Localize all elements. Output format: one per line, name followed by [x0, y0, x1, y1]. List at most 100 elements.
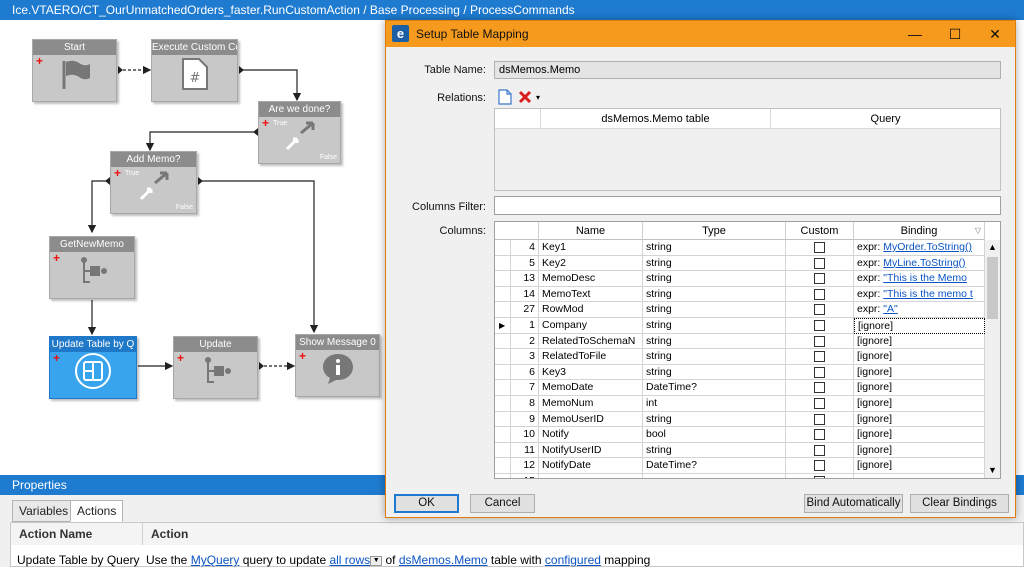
- dialog-title-bar[interactable]: e Setup Table Mapping — ☐ ✕: [386, 21, 1015, 47]
- column-header-action[interactable]: Action: [143, 523, 1023, 545]
- custom-cell[interactable]: [786, 302, 854, 318]
- column-header-binding[interactable]: Binding ▽: [854, 222, 985, 240]
- column-type-cell[interactable]: string: [643, 442, 786, 459]
- relations-grid[interactable]: dsMemos.Memo table Query: [494, 108, 1001, 191]
- column-index-cell[interactable]: 3: [511, 349, 539, 365]
- action-description-cell[interactable]: Use the MyQuery query to update all rows…: [146, 551, 650, 569]
- column-mapping-row[interactable]: 8 MemoNum int [ignore]: [495, 396, 985, 412]
- custom-checkbox[interactable]: [814, 320, 825, 331]
- column-type-cell[interactable]: DateTime?: [643, 458, 786, 474]
- custom-cell[interactable]: [786, 349, 854, 365]
- column-header-type[interactable]: Type: [643, 222, 786, 240]
- add-icon[interactable]: +: [36, 55, 43, 67]
- column-name-cell[interactable]: NotifyUserID: [539, 442, 643, 459]
- column-index-cell[interactable]: 13: [511, 271, 539, 287]
- node-execute-custom-code[interactable]: Execute Custom Co #: [151, 39, 238, 102]
- column-name-cell[interactable]: MemoDesc: [539, 271, 643, 287]
- binding-expression-link[interactable]: "This is the Memo: [883, 272, 967, 284]
- binding-expression-link[interactable]: MyLine.ToString(): [883, 257, 965, 269]
- column-index-cell[interactable]: 5: [511, 255, 539, 272]
- column-type-cell[interactable]: string: [643, 302, 786, 318]
- mapping-link[interactable]: configured: [545, 553, 601, 567]
- row-selector[interactable]: [495, 286, 511, 303]
- column-index-cell[interactable]: 15: [511, 474, 539, 478]
- add-icon[interactable]: +: [262, 117, 269, 129]
- tab-variables[interactable]: Variables: [12, 500, 76, 522]
- dropdown-arrow-icon[interactable]: ▾: [536, 93, 540, 102]
- column-index-cell[interactable]: 1: [511, 318, 539, 334]
- column-type-cell[interactable]: string: [643, 240, 786, 256]
- node-show-message[interactable]: Show Message 0 +: [295, 334, 380, 397]
- column-mapping-row[interactable]: ▶ 1 Company string [ignore]: [495, 318, 985, 334]
- maximize-icon[interactable]: ☐: [935, 21, 975, 47]
- table-link[interactable]: dsMemos.Memo: [399, 553, 488, 567]
- column-name-cell[interactable]: MemoNum: [539, 396, 643, 412]
- column-type-cell[interactable]: int: [643, 396, 786, 412]
- column-type-cell[interactable]: string: [643, 318, 786, 334]
- custom-checkbox[interactable]: [814, 335, 825, 347]
- column-mapping-row[interactable]: 10 Notify bool [ignore]: [495, 427, 985, 443]
- column-mapping-row[interactable]: 27 RowMod string expr: "A": [495, 302, 985, 318]
- column-name-cell[interactable]: Key2: [539, 255, 643, 272]
- custom-checkbox[interactable]: [814, 288, 825, 300]
- column-header-action-name[interactable]: Action Name: [11, 523, 143, 545]
- scrollbar-thumb[interactable]: [987, 257, 998, 319]
- custom-cell[interactable]: [786, 240, 854, 256]
- column-header-table[interactable]: dsMemos.Memo table: [541, 109, 771, 129]
- column-index-cell[interactable]: 9: [511, 411, 539, 428]
- column-mapping-row[interactable]: 12 NotifyDate DateTime? [ignore]: [495, 458, 985, 474]
- column-mapping-row[interactable]: 2 RelatedToSchemaN string [ignore]: [495, 333, 985, 350]
- binding-cell[interactable]: [ignore]: [854, 349, 985, 365]
- row-selector[interactable]: ▶: [495, 318, 511, 334]
- node-add-memo[interactable]: Add Memo? + True False: [110, 151, 197, 214]
- custom-cell[interactable]: [786, 333, 854, 350]
- custom-checkbox[interactable]: [814, 257, 825, 269]
- column-name-cell[interactable]: [539, 474, 643, 478]
- custom-checkbox[interactable]: [814, 366, 825, 378]
- custom-cell[interactable]: [786, 458, 854, 474]
- binding-cell[interactable]: [ignore]: [854, 333, 985, 350]
- column-type-cell[interactable]: [643, 474, 786, 478]
- binding-cell[interactable]: [ignore]: [854, 442, 985, 459]
- custom-checkbox[interactable]: [814, 429, 825, 441]
- ok-button[interactable]: OK: [394, 494, 459, 513]
- column-name-cell[interactable]: Company: [539, 318, 643, 334]
- binding-cell[interactable]: [ignore]: [854, 427, 985, 443]
- custom-cell[interactable]: [786, 474, 854, 478]
- column-mapping-row[interactable]: 4 Key1 string expr: MyOrder.ToString(): [495, 240, 985, 256]
- column-name-cell[interactable]: Key1: [539, 240, 643, 256]
- add-icon[interactable]: +: [53, 352, 60, 364]
- column-type-cell[interactable]: string: [643, 411, 786, 428]
- custom-cell[interactable]: [786, 318, 854, 334]
- row-selector[interactable]: [495, 380, 511, 396]
- close-icon[interactable]: ✕: [975, 21, 1015, 47]
- custom-checkbox[interactable]: [814, 413, 825, 425]
- binding-cell[interactable]: [ignore]: [854, 364, 985, 381]
- column-index-cell[interactable]: 11: [511, 442, 539, 459]
- custom-cell[interactable]: [786, 427, 854, 443]
- custom-checkbox[interactable]: [814, 242, 825, 253]
- binding-expression-link[interactable]: "A": [883, 303, 897, 315]
- column-index-cell[interactable]: 14: [511, 286, 539, 303]
- row-selector[interactable]: [495, 271, 511, 287]
- binding-expression-link[interactable]: "This is the memo t: [883, 288, 973, 300]
- column-type-cell[interactable]: string: [643, 333, 786, 350]
- binding-cell[interactable]: expr: "This is the memo t: [854, 286, 985, 303]
- custom-checkbox[interactable]: [814, 351, 825, 363]
- column-index-cell[interactable]: 27: [511, 302, 539, 318]
- row-selector[interactable]: [495, 240, 511, 256]
- column-type-cell[interactable]: string: [643, 364, 786, 381]
- column-mapping-row[interactable]: 11 NotifyUserID string [ignore]: [495, 442, 985, 459]
- column-mapping-row[interactable]: 7 MemoDate DateTime? [ignore]: [495, 380, 985, 396]
- rows-link[interactable]: all rows: [329, 553, 370, 567]
- clear-bindings-button[interactable]: Clear Bindings: [910, 494, 1009, 513]
- column-mapping-row[interactable]: 3 RelatedToFile string [ignore]: [495, 349, 985, 365]
- binding-cell[interactable]: [ignore]: [854, 380, 985, 396]
- column-header-custom[interactable]: Custom: [786, 222, 854, 240]
- custom-checkbox[interactable]: [814, 304, 825, 316]
- column-mapping-row[interactable]: 6 Key3 string [ignore]: [495, 364, 985, 381]
- column-name-cell[interactable]: MemoUserID: [539, 411, 643, 428]
- query-link[interactable]: MyQuery: [191, 553, 240, 567]
- row-selector[interactable]: [495, 474, 511, 478]
- binding-cell[interactable]: [ignore]: [854, 396, 985, 412]
